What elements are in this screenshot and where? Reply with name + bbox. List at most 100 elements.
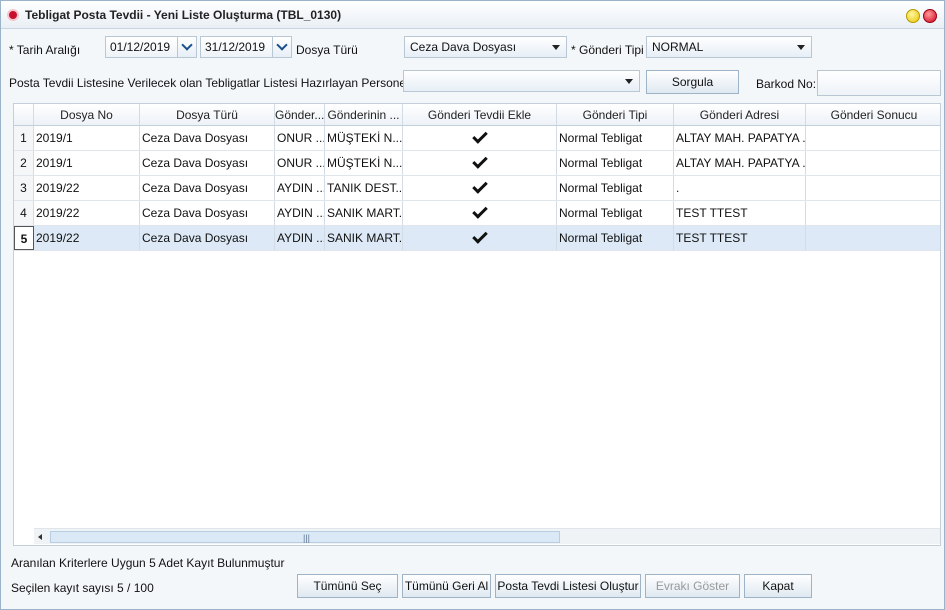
cell-gonderi-tipi: Normal Tebligat [557, 201, 674, 225]
column-header-gonderi-tipi[interactable]: Gönderi Tipi [557, 104, 674, 125]
table-row[interactable]: 5 2019/22 Ceza Dava Dosyası AYDIN ... SANIK … [14, 226, 940, 251]
date-range-label: * Tarih Aralığı [9, 43, 81, 57]
table-row[interactable]: 4 2019/22 Ceza Dava Dosyası AYDIN ... SANIK … [14, 201, 940, 226]
table-row[interactable]: 2 2019/1 Ceza Dava Dosyası ONUR ... MÜŞTEKİ … [14, 151, 940, 176]
send-type-select[interactable]: NORMAL [646, 36, 812, 58]
cell-dosya-turu: Ceza Dava Dosyası [140, 151, 275, 175]
dropdown-arrow-icon [625, 79, 633, 84]
cell-gonderi-tipi: Normal Tebligat [557, 226, 674, 250]
cell-gonderi-tipi: Normal Tebligat [557, 151, 674, 175]
cell-dosya-no: 2019/1 [34, 151, 140, 175]
checkmark-icon [471, 178, 488, 194]
query-button[interactable]: Sorgula [646, 70, 739, 94]
cell-dosya-turu: Ceza Dava Dosyası [140, 226, 275, 250]
close-icon[interactable] [923, 9, 937, 23]
close-button[interactable]: Kapat [744, 574, 812, 598]
cell-gonderi-tipi: Normal Tebligat [557, 176, 674, 200]
cell-gonderen: AYDIN ... [275, 201, 325, 225]
file-type-value: Ceza Dava Dosyası [410, 40, 517, 54]
personnel-select[interactable] [403, 70, 640, 92]
cell-gonderen: AYDIN ... [275, 176, 325, 200]
checkmark-icon [471, 128, 488, 144]
checkmark-icon [471, 203, 488, 219]
cell-tevdii-ekle[interactable] [403, 226, 557, 250]
checkmark-icon [471, 228, 488, 244]
row-number-header [14, 104, 34, 125]
cell-gonderi-sonucu [806, 151, 940, 175]
send-type-label: * Gönderi Tipi [571, 43, 644, 57]
cell-tevdii-ekle[interactable] [403, 201, 557, 225]
table-row[interactable]: 1 2019/1 Ceza Dava Dosyası ONUR ... MÜŞTEKİ … [14, 126, 940, 151]
row-number: 2 [14, 151, 34, 175]
scroll-left-icon[interactable] [38, 534, 42, 540]
cell-dosya-no: 2019/1 [34, 126, 140, 150]
dropdown-arrow-icon [797, 45, 805, 50]
scrollbar-thumb[interactable]: ||| [50, 531, 560, 543]
cell-gonderi-tipi: Normal Tebligat [557, 126, 674, 150]
cell-dosya-no: 2019/22 [34, 226, 140, 250]
row-number: 1 [14, 126, 34, 150]
cell-dosya-turu: Ceza Dava Dosyası [140, 201, 275, 225]
cell-gonderi-sonucu [806, 176, 940, 200]
send-type-value: NORMAL [652, 40, 704, 54]
cell-tevdii-ekle[interactable] [403, 126, 557, 150]
column-header-tevdii-ekle[interactable]: Gönderi Tevdii Ekle [403, 104, 557, 125]
cell-gonderi-sonucu [806, 201, 940, 225]
dropdown-arrow-icon [552, 45, 560, 50]
cell-gonderinin: MÜŞTEKİ N... [325, 126, 403, 150]
cell-dosya-turu: Ceza Dava Dosyası [140, 126, 275, 150]
cell-gonderi-adresi: . [674, 176, 806, 200]
select-all-button[interactable]: Tümünü Seç [297, 574, 398, 598]
cell-gonderen: AYDIN ... [275, 226, 325, 250]
column-header-gonderen[interactable]: Gönder... [275, 104, 325, 125]
create-list-button[interactable]: Posta Tevdi Listesi Oluştur [495, 574, 641, 598]
cell-gonderinin: SANIK MART... [325, 201, 403, 225]
checkmark-icon [471, 153, 488, 169]
barcode-input[interactable] [817, 70, 941, 96]
date-to-input[interactable]: 31/12/2019 [200, 36, 274, 58]
column-header-gonderi-sonucu[interactable]: Gönderi Sonucu [806, 104, 940, 125]
cell-gonderinin: TANIK DEST... [325, 176, 403, 200]
chevron-down-icon [181, 39, 193, 51]
file-type-select[interactable]: Ceza Dava Dosyası [404, 36, 567, 58]
cell-gonderi-sonucu [806, 126, 940, 150]
cell-tevdii-ekle[interactable] [403, 176, 557, 200]
row-number: 3 [14, 176, 34, 200]
show-document-button[interactable]: Evrakı Göster [645, 574, 740, 598]
row-number: 5 [14, 226, 34, 250]
column-header-gonderi-adresi[interactable]: Gönderi Adresi [674, 104, 806, 125]
date-to-picker-button[interactable] [272, 36, 292, 58]
barcode-label: Barkod No: [756, 77, 817, 91]
cell-gonderinin: MÜŞTEKİ N... [325, 151, 403, 175]
results-grid: Dosya No Dosya Türü Gönder... Gönderinin… [13, 103, 941, 546]
undo-all-button[interactable]: Tümünü Geri Al [402, 574, 491, 598]
table-row[interactable]: 3 2019/22 Ceza Dava Dosyası AYDIN ... TANIK … [14, 176, 940, 201]
cell-gonderi-adresi: TEST TTEST [674, 201, 806, 225]
column-header-gonderinin[interactable]: Gönderinin ... [325, 104, 403, 125]
window-title: Tebligat Posta Tevdii - Yeni Liste Oluşt… [25, 8, 342, 22]
minimize-icon[interactable] [906, 9, 920, 23]
cell-gonderi-adresi: ALTAY MAH. PAPATYA ... [674, 151, 806, 175]
cell-dosya-no: 2019/22 [34, 176, 140, 200]
column-header-dosya-no[interactable]: Dosya No [34, 104, 140, 125]
cell-gonderen: ONUR ... [275, 126, 325, 150]
date-from-picker-button[interactable] [177, 36, 197, 58]
cell-dosya-turu: Ceza Dava Dosyası [140, 176, 275, 200]
selected-count-text: Seçilen kayıt sayısı 5 / 100 [11, 581, 154, 595]
horizontal-scrollbar[interactable]: ||| [34, 528, 940, 544]
cell-gonderinin: SANIK MART... [325, 226, 403, 250]
cell-dosya-no: 2019/22 [34, 201, 140, 225]
cell-gonderi-adresi: TEST TTEST [674, 226, 806, 250]
grid-header: Dosya No Dosya Türü Gönder... Gönderinin… [14, 104, 940, 126]
chevron-down-icon [276, 39, 288, 51]
column-header-dosya-turu[interactable]: Dosya Türü [140, 104, 275, 125]
cell-tevdii-ekle[interactable] [403, 151, 557, 175]
grip-icon: ||| [303, 533, 311, 543]
cell-gonderi-sonucu [806, 226, 940, 250]
cell-gonderen: ONUR ... [275, 151, 325, 175]
date-from-input[interactable]: 01/12/2019 [105, 36, 179, 58]
file-type-label: Dosya Türü [296, 43, 358, 57]
cell-gonderi-adresi: ALTAY MAH. PAPATYA ... [674, 126, 806, 150]
title-bar: Tebligat Posta Tevdii - Yeni Liste Oluşt… [1, 1, 944, 29]
app-logo-icon [7, 9, 19, 21]
